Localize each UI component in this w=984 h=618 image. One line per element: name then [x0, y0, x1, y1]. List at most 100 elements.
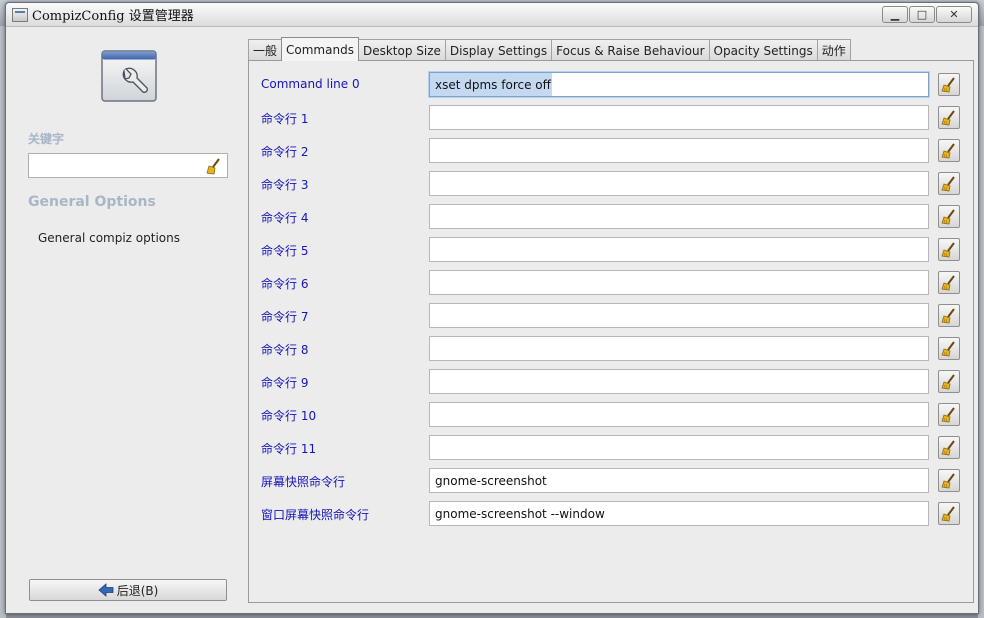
command-input-6[interactable]: [429, 270, 929, 295]
close-button[interactable]: ✕: [936, 6, 972, 23]
command-input-7[interactable]: [429, 303, 929, 328]
clear-search-broom-icon[interactable]: [205, 157, 223, 175]
tab-display-settings[interactable]: Display Settings: [444, 39, 553, 61]
back-button[interactable]: 后退(B): [29, 579, 227, 601]
window-content: 关键字 General Options General compiz optio…: [6, 28, 978, 613]
command-input-12[interactable]: [429, 468, 929, 493]
command-input-9[interactable]: [429, 369, 929, 394]
tab-label: Focus & Raise Behaviour: [556, 43, 705, 58]
command-row-10: 命令行 10: [253, 402, 965, 428]
tab-commands[interactable]: Commands: [281, 37, 359, 61]
search-input[interactable]: [29, 154, 199, 177]
command-label: 窗口屏幕快照命令行: [261, 508, 370, 522]
section-title: General Options: [28, 194, 156, 210]
reset-button-13[interactable]: [938, 502, 960, 525]
tab-label: 一般: [253, 44, 278, 58]
tab-desktop-size[interactable]: Desktop Size: [357, 39, 446, 61]
keyword-label: 关键字: [28, 132, 65, 146]
command-input-8[interactable]: [429, 336, 929, 361]
command-row-4: 命令行 4: [253, 204, 965, 230]
command-row-5: 命令行 5: [253, 237, 965, 263]
command-label: 命令行 10: [261, 409, 317, 423]
reset-button-2[interactable]: [938, 139, 960, 162]
reset-button-8[interactable]: [938, 337, 960, 360]
command-label: 命令行 5: [261, 244, 309, 258]
reset-button-0[interactable]: [938, 73, 960, 96]
command-label: 命令行 6: [261, 277, 309, 291]
section-description: General compiz options: [38, 231, 180, 245]
reset-broom-icon: [941, 208, 955, 224]
command-input-10[interactable]: [429, 402, 929, 427]
tab-focus-raise[interactable]: Focus & Raise Behaviour: [551, 39, 710, 61]
command-label: 命令行 9: [261, 376, 309, 390]
reset-button-6[interactable]: [938, 271, 960, 294]
window-controls: ▁ □ ✕: [882, 6, 972, 23]
command-label: Command line 0: [261, 77, 360, 91]
reset-broom-icon: [941, 175, 955, 191]
reset-broom-icon: [941, 472, 955, 488]
close-icon: ✕: [949, 8, 959, 21]
command-row-1: 命令行 1: [253, 105, 965, 131]
ccsm-window: CompizConfig 设置管理器 ▁ □ ✕ 关键字 General Opt…: [5, 2, 979, 614]
tab-label: Display Settings: [449, 43, 548, 58]
command-input-3[interactable]: [429, 171, 929, 196]
command-label: 命令行 3: [261, 178, 309, 192]
command-input-5[interactable]: [429, 237, 929, 262]
reset-broom-icon: [941, 109, 955, 125]
tab-label: Opacity Settings: [713, 43, 813, 58]
command-row-2: 命令行 2: [253, 138, 965, 164]
reset-button-7[interactable]: [938, 304, 960, 327]
command-row-8: 命令行 8: [253, 336, 965, 362]
tab-general[interactable]: 一般: [248, 39, 283, 61]
command-input-0[interactable]: [429, 72, 929, 97]
command-label: 命令行 7: [261, 310, 309, 324]
reset-broom-icon: [941, 439, 955, 455]
command-label: 命令行 11: [261, 442, 317, 456]
reset-button-3[interactable]: [938, 172, 960, 195]
command-input-11[interactable]: [429, 435, 929, 460]
reset-button-10[interactable]: [938, 403, 960, 426]
maximize-button[interactable]: □: [909, 6, 935, 23]
command-label: 命令行 1: [261, 112, 309, 126]
tab-opacity-settings[interactable]: Opacity Settings: [708, 39, 818, 61]
command-input-13[interactable]: [429, 501, 929, 526]
command-list: Command line 0 命令行 1 命令行 2: [253, 69, 969, 598]
back-button-label: 后退(B): [116, 583, 159, 598]
command-label: 命令行 4: [261, 211, 309, 225]
tab-bar: 一般 Commands Desktop Size Display Setting…: [248, 37, 851, 61]
tab-actions[interactable]: 动作: [816, 39, 851, 61]
reset-broom-icon: [941, 373, 955, 389]
titlebar[interactable]: CompizConfig 设置管理器 ▁ □ ✕: [6, 3, 978, 27]
reset-button-12[interactable]: [938, 469, 960, 492]
reset-button-1[interactable]: [938, 106, 960, 129]
reset-broom-icon: [941, 505, 955, 521]
preferences-wrench-icon: [101, 50, 157, 102]
command-input-1[interactable]: [429, 105, 929, 130]
command-row-7: 命令行 7: [253, 303, 965, 329]
command-input-2[interactable]: [429, 138, 929, 163]
reset-button-9[interactable]: [938, 370, 960, 393]
settings-notebook: 一般 Commands Desktop Size Display Setting…: [248, 37, 974, 603]
command-row-0: Command line 0: [253, 72, 965, 98]
command-label: 命令行 8: [261, 343, 309, 357]
reset-broom-icon: [941, 241, 955, 257]
minimize-button[interactable]: ▁: [882, 6, 908, 23]
command-row-6: 命令行 6: [253, 270, 965, 296]
reset-button-5[interactable]: [938, 238, 960, 261]
app-window-icon: [12, 7, 28, 22]
command-input-4[interactable]: [429, 204, 929, 229]
command-row-12: 屏幕快照命令行: [253, 468, 965, 494]
reset-broom-icon: [941, 406, 955, 422]
reset-broom-icon: [941, 307, 955, 323]
tab-label: Commands: [286, 42, 354, 57]
command-label: 屏幕快照命令行: [261, 475, 346, 489]
minimize-icon: ▁: [890, 8, 900, 21]
reset-button-4[interactable]: [938, 205, 960, 228]
reset-button-11[interactable]: [938, 436, 960, 459]
command-row-13: 窗口屏幕快照命令行: [253, 501, 965, 527]
commands-page: Command line 0 命令行 1 命令行 2: [248, 60, 974, 603]
sidebar: 关键字 General Options General compiz optio…: [14, 36, 240, 610]
search-box[interactable]: [28, 153, 228, 178]
command-label: 命令行 2: [261, 145, 309, 159]
maximize-icon: □: [916, 8, 928, 21]
